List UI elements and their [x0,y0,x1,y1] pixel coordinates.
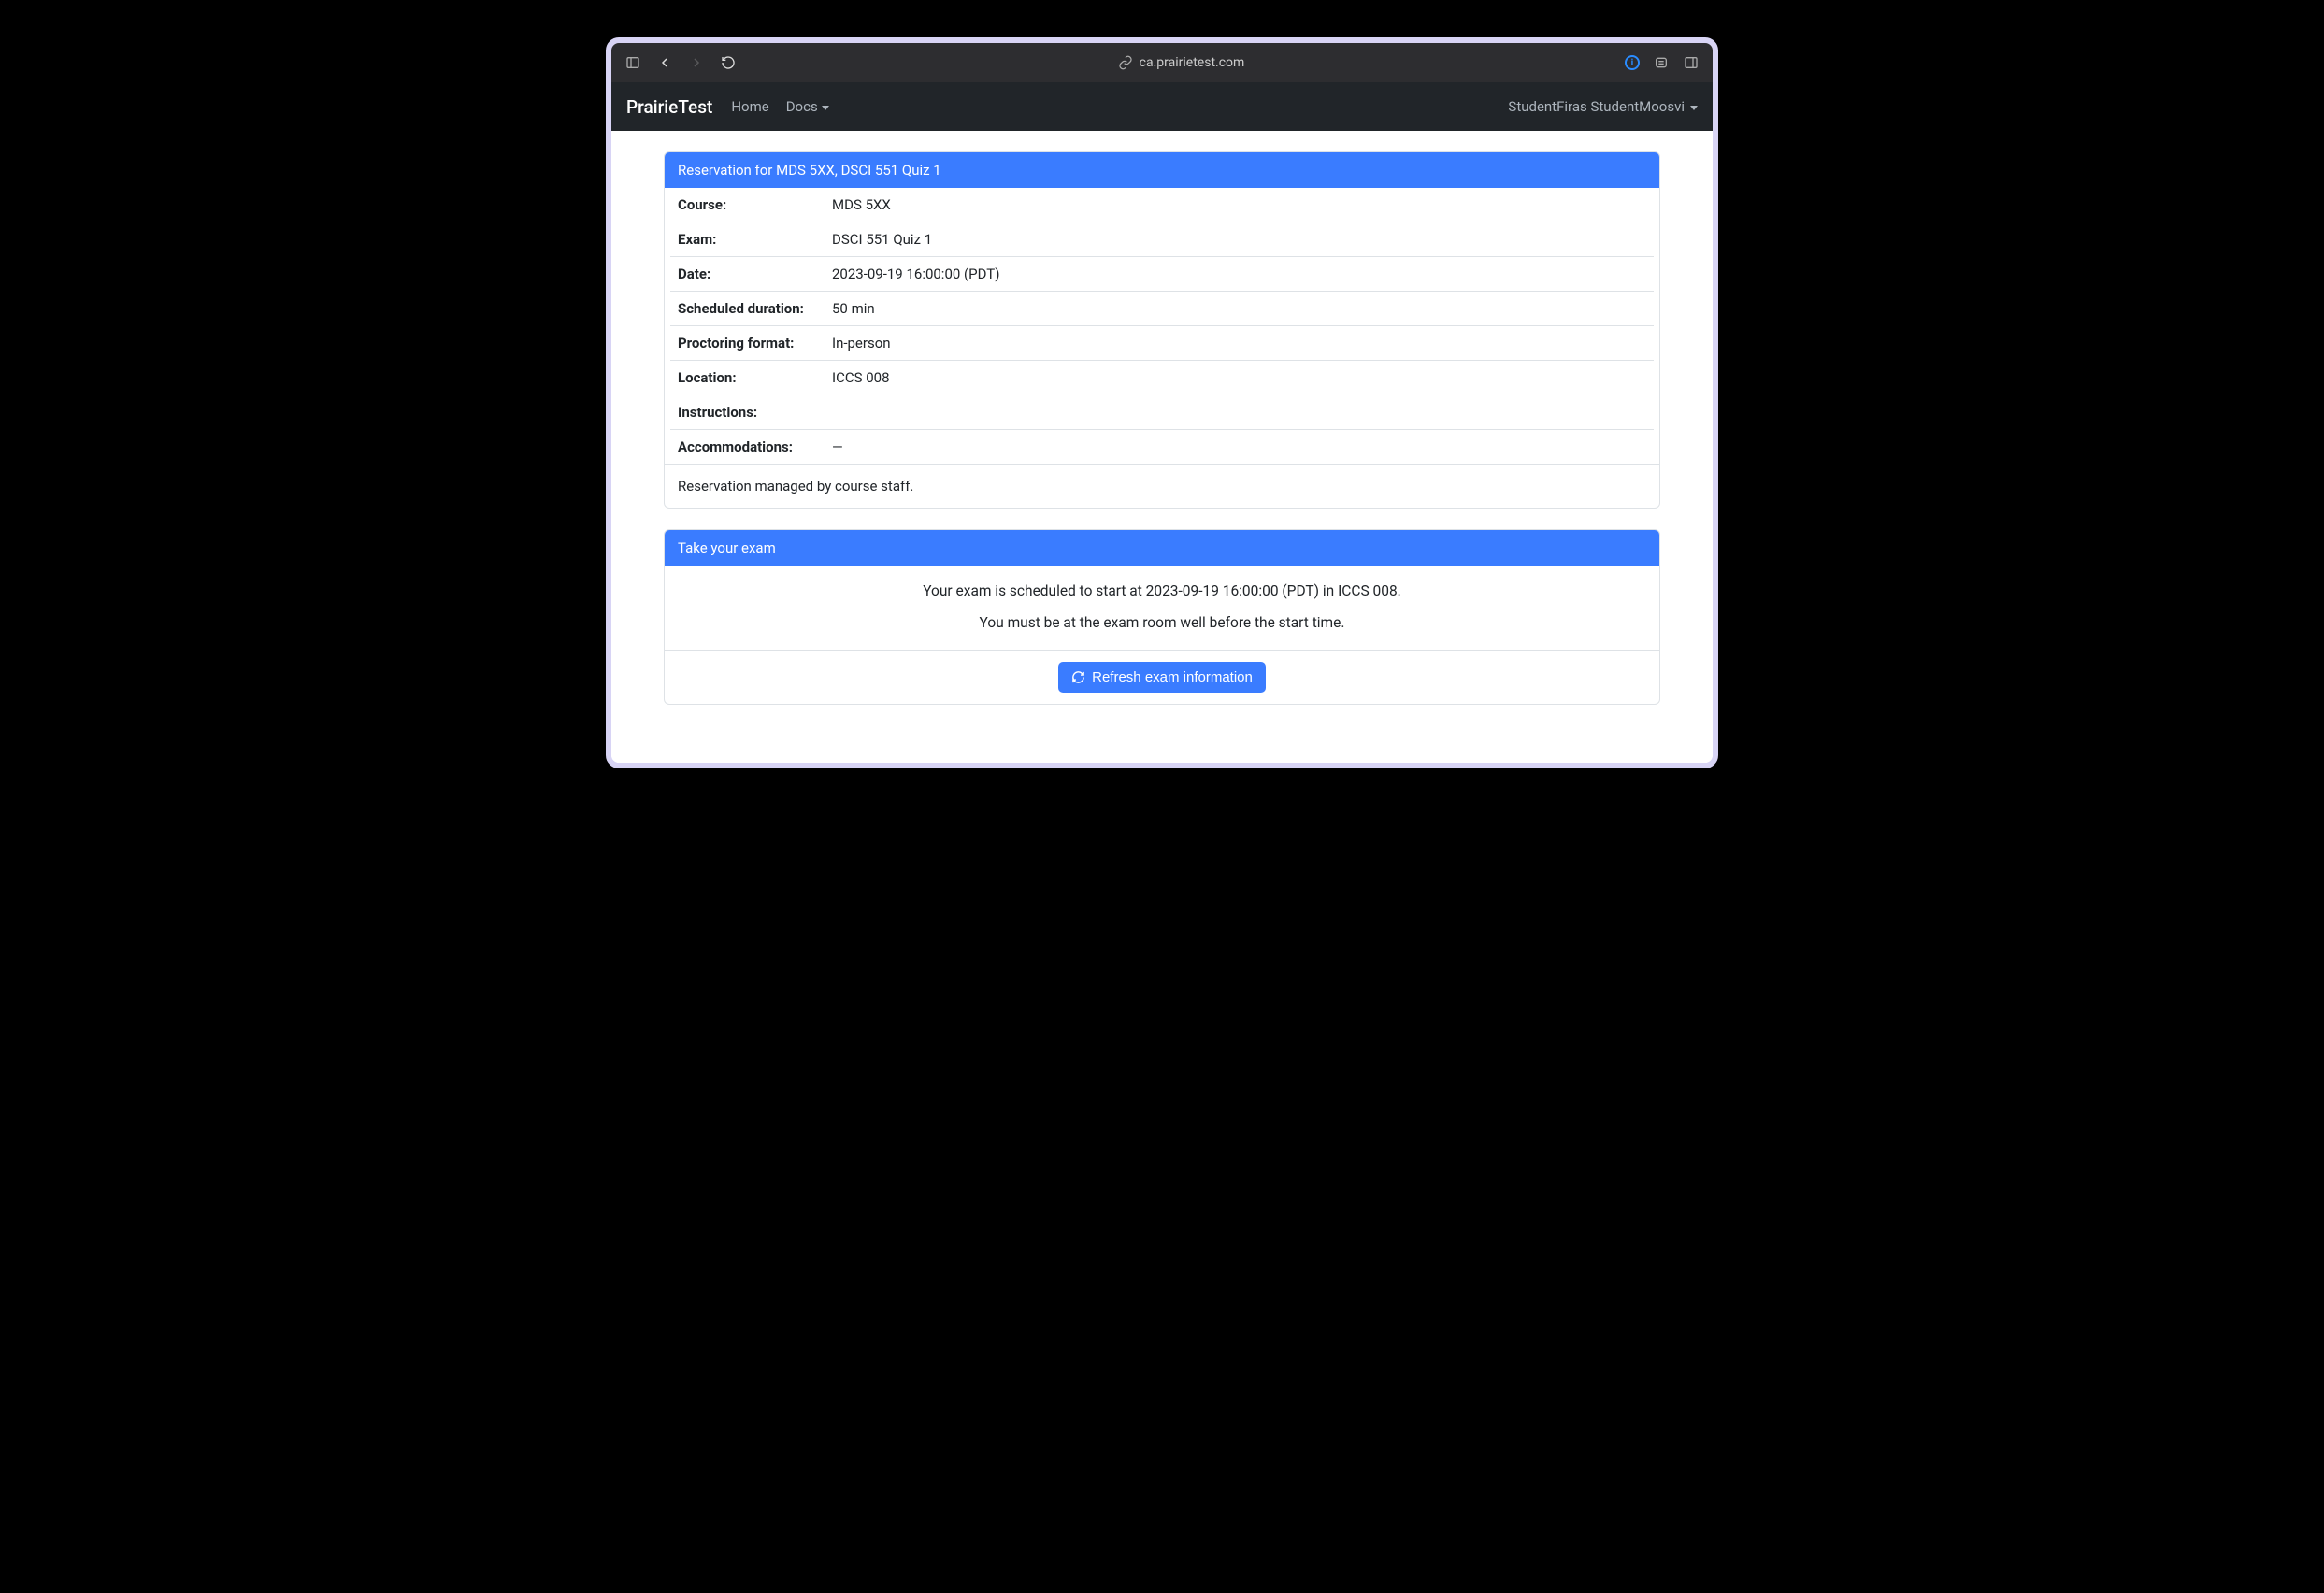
take-exam-header: Take your exam [665,530,1659,566]
value-date: 2023-09-19 16:00:00 (PDT) [825,257,1654,292]
row-course: Course: MDS 5XX [670,188,1654,222]
exam-schedule-text: Your exam is scheduled to start at 2023-… [683,582,1641,599]
user-name: StudentFiras StudentMoosvi [1508,98,1685,115]
nav-docs-label: Docs [786,98,818,115]
dropdown-caret-icon [1690,106,1698,110]
value-course: MDS 5XX [825,188,1654,222]
row-proctoring: Proctoring format: In-person [670,326,1654,361]
reader-icon[interactable] [1653,54,1670,71]
row-location: Location: ICCS 008 [670,361,1654,395]
tabs-icon[interactable] [1683,54,1700,71]
url-text: ca.prairietest.com [1140,55,1245,70]
page-content: Reservation for MDS 5XX, DSCI 551 Quiz 1… [611,131,1713,763]
forward-icon [688,54,705,71]
browser-window: ca.prairietest.com i PrairieTest Home Do… [606,37,1718,768]
nav-docs[interactable]: Docs [786,98,829,115]
take-exam-card: Take your exam Your exam is scheduled to… [664,529,1660,705]
nav-links: Home Docs [731,98,1508,115]
label-exam: Exam: [670,222,825,257]
user-menu[interactable]: StudentFiras StudentMoosvi [1508,98,1698,115]
label-course: Course: [670,188,825,222]
refresh-exam-button[interactable]: Refresh exam information [1058,662,1266,693]
refresh-icon [1071,670,1085,684]
value-exam: DSCI 551 Quiz 1 [825,222,1654,257]
value-accommodations: — [825,430,1654,465]
value-proctoring: In-person [825,326,1654,361]
row-date: Date: 2023-09-19 16:00:00 (PDT) [670,257,1654,292]
reload-icon[interactable] [720,54,737,71]
browser-extensions: i [1625,54,1700,71]
row-instructions: Instructions: [670,395,1654,430]
value-duration: 50 min [825,292,1654,326]
reservation-card-header: Reservation for MDS 5XX, DSCI 551 Quiz 1 [665,152,1659,188]
row-exam: Exam: DSCI 551 Quiz 1 [670,222,1654,257]
row-duration: Scheduled duration: 50 min [670,292,1654,326]
address-bar[interactable]: ca.prairietest.com [748,54,1614,71]
label-date: Date: [670,257,825,292]
label-accommodations: Accommodations: [670,430,825,465]
exam-arrival-text: You must be at the exam room well before… [683,614,1641,631]
label-proctoring: Proctoring format: [670,326,825,361]
brand-logo[interactable]: PrairieTest [626,96,712,118]
link-icon [1117,54,1134,71]
reservation-footer: Reservation managed by course staff. [665,464,1659,508]
label-location: Location: [670,361,825,395]
label-duration: Scheduled duration: [670,292,825,326]
extension-icon[interactable]: i [1625,55,1640,70]
reservation-card: Reservation for MDS 5XX, DSCI 551 Quiz 1… [664,151,1660,509]
reservation-table: Course: MDS 5XX Exam: DSCI 551 Quiz 1 Da… [670,188,1654,464]
value-location: ICCS 008 [825,361,1654,395]
browser-toolbar: ca.prairietest.com i [611,43,1713,82]
browser-nav-controls [624,54,737,71]
app-navbar: PrairieTest Home Docs StudentFiras Stude… [611,82,1713,131]
take-exam-actions: Refresh exam information [665,650,1659,704]
row-accommodations: Accommodations: — [670,430,1654,465]
back-icon[interactable] [656,54,673,71]
value-instructions [825,395,1654,430]
refresh-button-label: Refresh exam information [1092,669,1253,685]
dropdown-caret-icon [822,106,829,110]
take-exam-body: Your exam is scheduled to start at 2023-… [665,566,1659,650]
nav-home[interactable]: Home [731,98,768,115]
label-instructions: Instructions: [670,395,825,430]
sidebar-toggle-icon[interactable] [624,54,641,71]
